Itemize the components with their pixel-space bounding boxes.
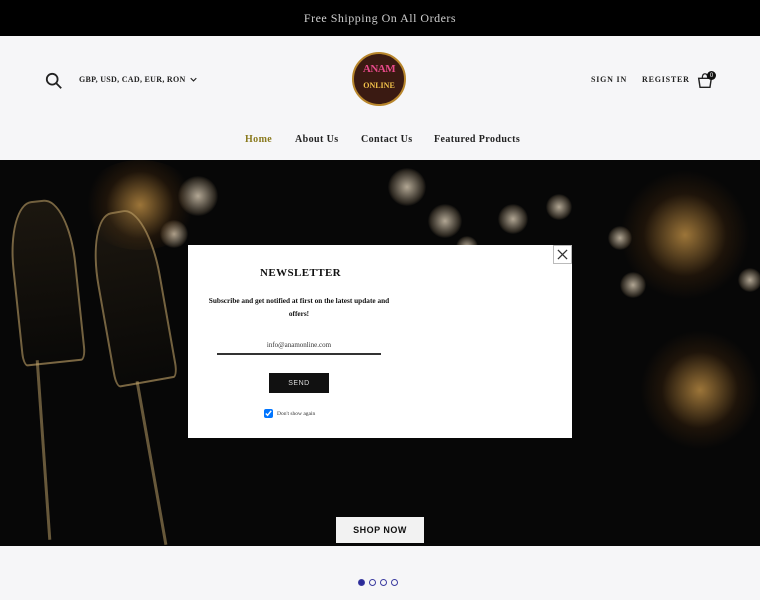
newsletter-title: NEWSLETTER [260,267,342,279]
dont-show-again[interactable]: Don't show again [264,409,315,418]
nav-item-contact-us[interactable]: Contact Us [361,134,413,145]
announcement-text: Free Shipping On All Orders [303,10,457,25]
currency-label: GBP, USD, CAD, EUR, RON [79,75,186,84]
bokeh-light [498,204,528,234]
currency-selector[interactable]: GBP, USD, CAD, EUR, RON [79,75,197,84]
shop-now-button[interactable]: SHOP NOW [336,517,424,543]
site-logo[interactable]: ANAM ONLINE [352,52,406,106]
slider-dot-2[interactable] [369,579,376,586]
bokeh-light [738,268,760,292]
slider-dots [358,579,398,586]
site-header: GBP, USD, CAD, EUR, RON ANAM ONLINE SIGN… [0,36,760,160]
search-icon[interactable] [45,72,63,90]
cart-count-badge: 0 [707,71,716,80]
chevron-down-icon [189,77,197,82]
glass-stem [135,381,168,545]
nav-item-home[interactable]: Home [245,134,272,145]
firework [640,330,760,450]
newsletter-description: Subscribe and get notified at first on t… [208,296,390,318]
dont-show-label: Don't show again [277,410,316,417]
nav-item-about-us[interactable]: About Us [295,134,339,145]
announcement-bar: Free Shipping On All Orders [0,0,760,36]
close-modal-button[interactable] [553,245,572,264]
dont-show-checkbox[interactable] [264,409,273,418]
newsletter-email-input[interactable] [217,337,381,355]
glass-stem [35,360,52,540]
send-button[interactable]: SEND [269,373,329,393]
nav-item-featured-products[interactable]: Featured Products [434,134,520,145]
bokeh-light [388,168,426,206]
logo-text-top: ANAM [362,63,396,75]
register-link[interactable]: REGISTER [642,75,690,84]
logo-text-bottom: ONLINE [363,81,395,90]
champagne-glass [5,197,87,367]
slider-dot-4[interactable] [391,579,398,586]
close-icon [557,249,568,260]
firework [620,170,750,300]
slider-dot-1[interactable] [358,579,365,586]
slider-dot-3[interactable] [380,579,387,586]
sign-in-link[interactable]: SIGN IN [591,75,627,84]
bokeh-light [546,194,572,220]
bokeh-light [428,204,462,238]
